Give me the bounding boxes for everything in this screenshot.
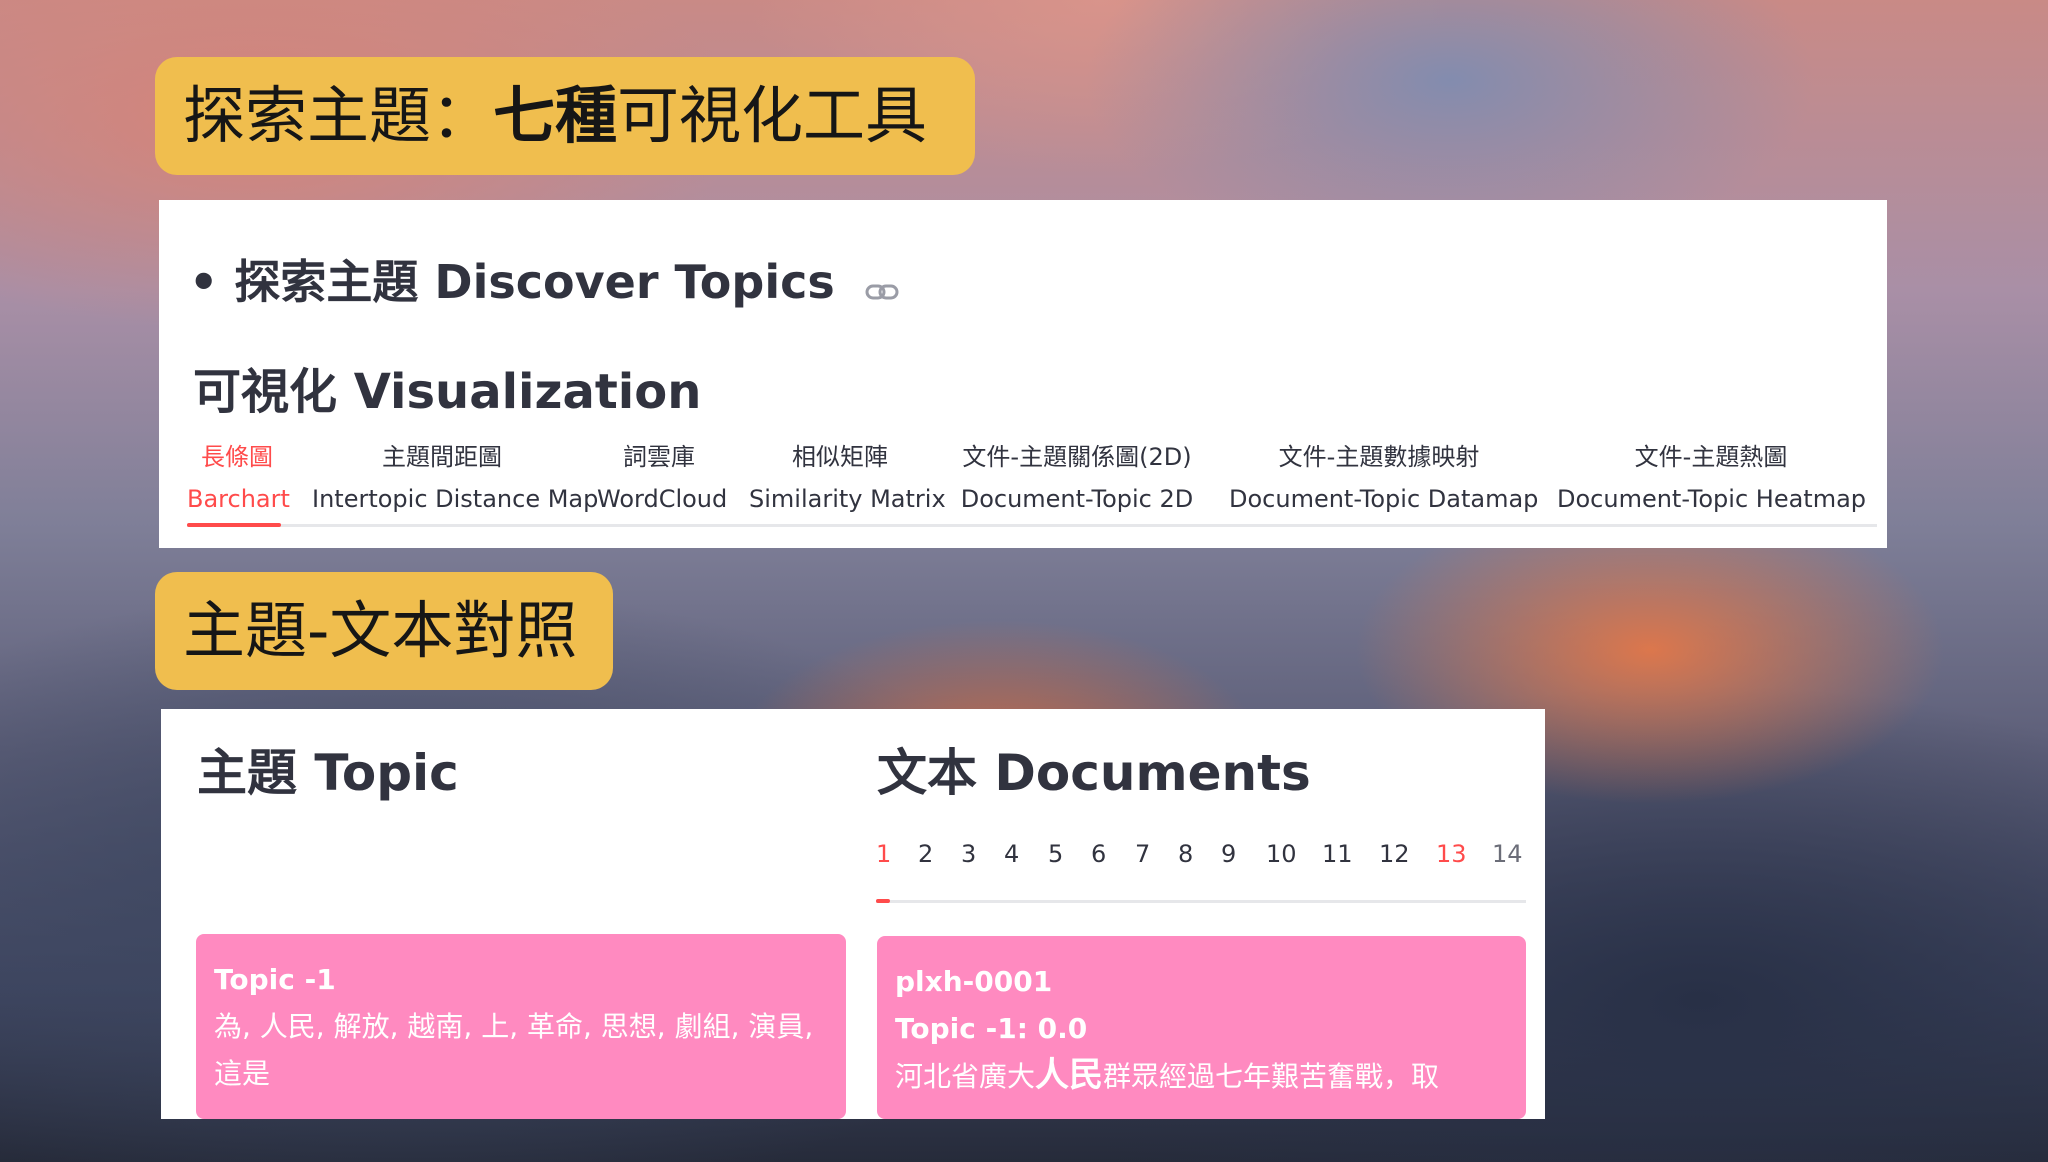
section-banner-seven-tools: 探索主題： 七種 可視化工具 [155,57,975,175]
tab-bar-baseline [187,524,1877,527]
discover-topics-heading: • 探索主題 Discover Topics [189,246,899,313]
tab-label-zh: 主題間距圖 [382,443,502,471]
page-3[interactable]: 3 [961,840,976,868]
page-2[interactable]: 2 [918,840,933,868]
page-10[interactable]: 10 [1266,840,1297,868]
tab-intertopic-distance-map[interactable]: 主題間距圖 Intertopic Distance Map [312,436,599,520]
tab-document-topic-2d[interactable]: 文件-主題關係圖(2D) Document-Topic 2D [957,436,1197,520]
page-1[interactable]: 1 [876,840,891,868]
document-card: plxh-0001 Topic -1: 0.0 河北省廣大人民群眾經過七年艱苦奮… [877,936,1526,1119]
page-7[interactable]: 7 [1135,840,1150,868]
banner-text-prefix: 探索主題： [183,79,494,152]
page-14[interactable]: 14 [1492,840,1523,868]
page-5[interactable]: 5 [1048,840,1063,868]
tab-label-zh: 文件-主題數據映射 [1278,443,1480,471]
page-9[interactable]: 9 [1221,840,1236,868]
topic-card-title: Topic -1 [214,963,336,996]
tab-label-zh: 文件-主題熱圖 [1634,443,1788,471]
document-text-after: 群眾經過七年艱苦奮戰，取 [1103,1060,1440,1093]
document-id: plxh-0001 [895,965,1053,998]
topic-heading: 主題 Topic [197,744,459,802]
pagination-baseline [876,900,1526,903]
tab-similarity-matrix[interactable]: 相似矩陣 Similarity Matrix [749,436,946,520]
heading-bullet: • [189,255,219,309]
documents-heading: 文本 Documents [877,744,1311,802]
topic-card-words-cont: 這是 [214,1057,271,1090]
tab-label-zh: 詞雲庫 [623,443,695,471]
document-topic-score: Topic -1: 0.0 [895,1012,1088,1045]
tab-label-en: Barchart [187,485,290,513]
tab-label-zh: 長條圖 [201,443,273,471]
tab-document-topic-heatmap[interactable]: 文件-主題熱圖 Document-Topic Heatmap [1557,436,1867,520]
page-4[interactable]: 4 [1004,840,1019,868]
banner-text-suffix: 可視化工具 [617,79,928,152]
page-6[interactable]: 6 [1091,840,1106,868]
active-tab-underline [187,523,281,527]
section-banner-topic-text: 主題-文本對照 [155,572,613,690]
visualization-panel: • 探索主題 Discover Topics 可視化 Visualization… [159,200,1887,548]
tab-document-topic-datamap[interactable]: 文件-主題數據映射 Document-Topic Datamap [1229,436,1539,520]
page-8[interactable]: 8 [1178,840,1193,868]
tab-label-en: Document-Topic Datamap [1229,485,1539,513]
tab-label-zh: 文件-主題關係圖(2D) [962,443,1192,471]
topic-card-words: 為, 人民, 解放, 越南, 上, 革命, 思想, 劇組, 演員, [214,1010,814,1043]
document-text-before: 河北省廣大 [895,1060,1036,1093]
tab-label-en: Document-Topic Heatmap [1557,485,1867,513]
discover-topics-title: 探索主題 Discover Topics [234,255,835,309]
banner-text: 主題-文本對照 [183,594,578,667]
tab-label-en: Document-Topic 2D [960,485,1194,513]
active-page-underline [876,899,890,903]
document-text: 河北省廣大人民群眾經過七年艱苦奮戰，取 [895,1052,1508,1100]
tab-label-en: Similarity Matrix [749,485,946,513]
tab-wordcloud[interactable]: 詞雲庫 WordCloud [597,436,728,520]
banner-text-emphasis: 七種 [493,79,618,152]
visualization-heading: 可視化 Visualization [193,364,702,420]
page-13-highlighted[interactable]: 13 [1436,840,1467,868]
tab-label-zh: 相似矩陣 [792,443,888,471]
topic-card: Topic -1 為, 人民, 解放, 越南, 上, 革命, 思想, 劇組, 演… [196,934,846,1119]
page-11[interactable]: 11 [1322,840,1353,868]
tab-barchart[interactable]: 長條圖 Barchart [187,436,290,520]
document-text-highlight: 人民 [1035,1055,1104,1095]
page-12[interactable]: 12 [1379,840,1410,868]
tab-label-en: WordCloud [597,485,728,513]
tab-label-en: Intertopic Distance Map [312,485,599,513]
anchor-link-icon[interactable] [865,259,899,313]
